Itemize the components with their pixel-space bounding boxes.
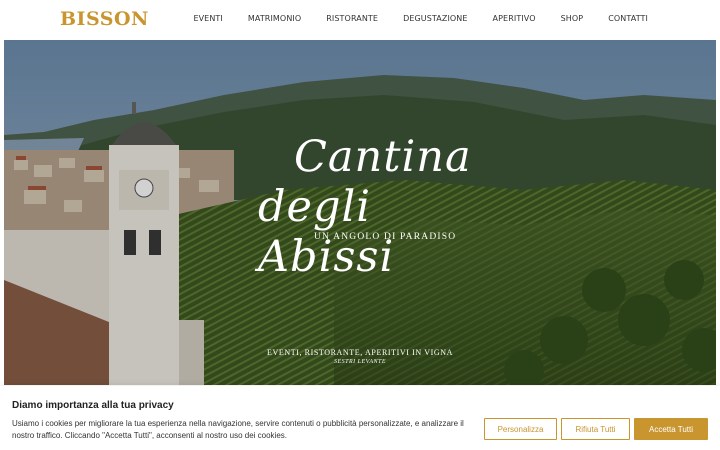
site-logo[interactable]: BISSON [60,8,149,30]
customize-cookies-button[interactable]: Personalizza [484,418,557,440]
main-nav: EVENTI MATRIMONIO RISTORANTE DEGUSTAZION… [168,14,648,23]
nav-item-ristorante[interactable]: RISTORANTE [326,14,378,23]
nav-item-eventi[interactable]: EVENTI [193,14,222,23]
hero-tagline: UN ANGOLO DI PARADISO [314,232,457,242]
hero-subtitle: EVENTI, RISTORANTE, APERITIVI IN VIGNA [266,348,454,357]
cookie-title: Diamo importanza alla tua privacy [12,400,174,411]
reject-all-cookies-button[interactable]: Rifiuta Tutti [561,418,630,440]
nav-item-matrimonio[interactable]: MATRIMONIO [248,14,301,23]
nav-item-shop[interactable]: SHOP [561,14,584,23]
nav-item-aperitivo[interactable]: APERITIVO [493,14,536,23]
hero-banner: Cantina degli Abissi UN ANGOLO DI PARADI… [4,40,716,385]
hero-title-line1: Cantina [294,132,472,182]
site-header: BISSON EVENTI MATRIMONIO RISTORANTE DEGU… [0,0,720,40]
hero-location: SESTRI LEVANTE [333,359,387,365]
nav-item-contatti[interactable]: CONTATTI [608,14,648,23]
accept-all-cookies-button[interactable]: Accetta Tutti [634,418,708,440]
cookie-text: Usiamo i cookies per migliorare la tua e… [12,419,464,440]
hero-title: Cantina degli Abissi UN ANGOLO DI PARADI… [254,130,494,290]
nav-item-degustazione[interactable]: DEGUSTAZIONE [403,14,467,23]
